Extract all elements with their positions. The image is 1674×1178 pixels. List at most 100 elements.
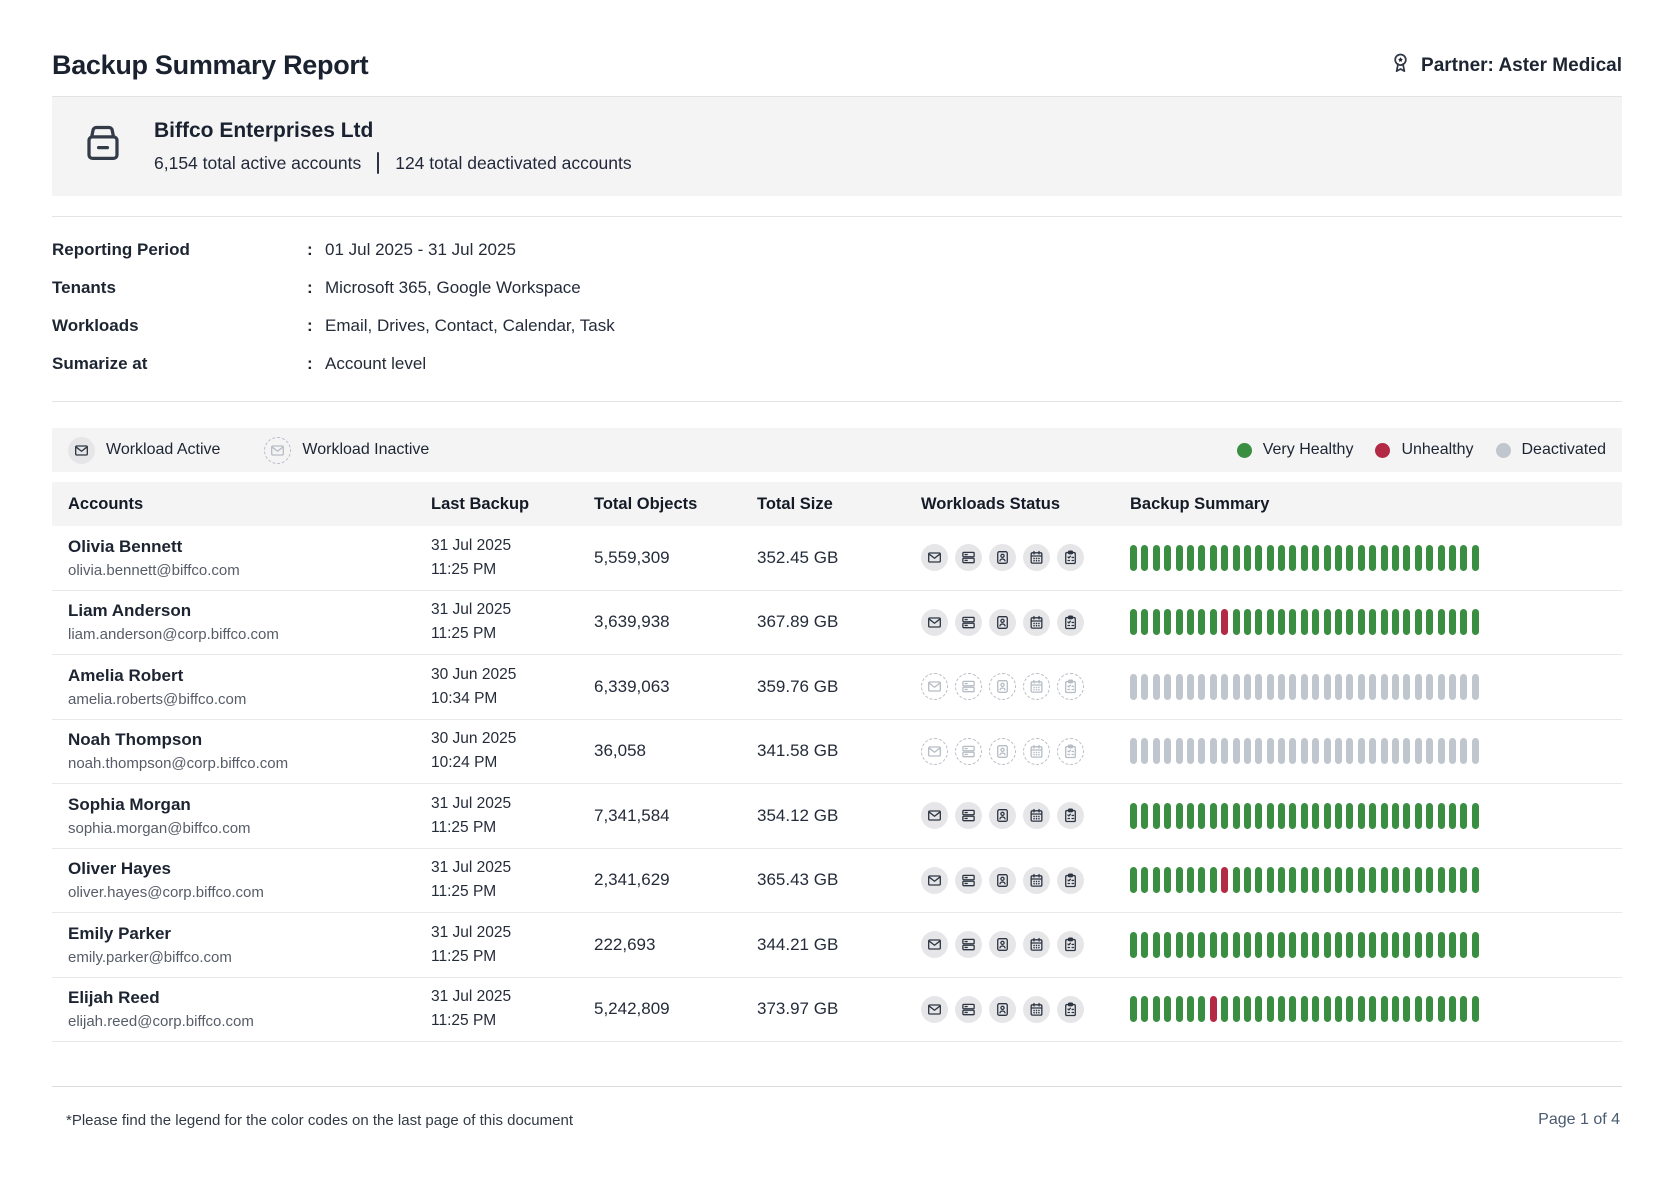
backup-day-bar [1153,932,1160,958]
backup-day-bar [1198,803,1205,829]
backup-day-bar [1255,738,1262,764]
account-email: olivia.bennett@biffco.com [68,562,431,579]
deactivated-dot-icon [1496,443,1511,458]
backup-summary-bars [1130,545,1622,571]
backup-day-bar [1403,867,1410,893]
backup-day-bar [1210,932,1217,958]
backup-day-bar [1392,932,1399,958]
meta-row-reporting-period: Reporting Period : 01 Jul 2025 - 31 Jul … [52,231,1622,269]
backup-day-bar [1358,932,1365,958]
backup-day-bar [1426,996,1433,1022]
backup-day-bar [1312,996,1319,1022]
backup-day-bar [1176,996,1183,1022]
backup-day-bar [1449,932,1456,958]
workloads-status-cell [921,673,1130,700]
backup-day-bar [1233,674,1240,700]
last-backup-cell: 31 Jul 2025 11:25 PM [431,985,594,1033]
backup-day-bar [1381,867,1388,893]
backup-day-bar [1346,803,1353,829]
backup-day-bar [1403,674,1410,700]
backup-day-bar [1472,867,1479,893]
email-icon [264,437,291,464]
table-row: Elijah Reed elijah.reed@corp.biffco.com … [52,978,1622,1043]
backup-day-bar [1472,545,1479,571]
last-backup-time: 11:25 PM [431,816,594,840]
legend-label: Workload Inactive [302,441,429,459]
backup-day-bar [1141,545,1148,571]
last-backup-cell: 31 Jul 2025 11:25 PM [431,921,594,969]
backup-day-bar [1392,803,1399,829]
contact-icon [989,867,1016,894]
company-archive-icon [80,121,126,172]
backup-day-bar [1153,803,1160,829]
backup-day-bar [1153,609,1160,635]
backup-day-bar [1233,932,1240,958]
backup-day-bar [1187,738,1194,764]
backup-day-bar [1289,996,1296,1022]
email-icon [921,931,948,958]
backup-day-bar [1267,738,1274,764]
backup-day-bar [1130,803,1137,829]
backup-day-bar [1301,996,1308,1022]
last-backup-date: 31 Jul 2025 [431,921,594,945]
backup-day-bar [1324,932,1331,958]
company-info: Biffco Enterprises Ltd 6,154 total activ… [154,119,632,174]
backup-day-bar [1415,996,1422,1022]
section-divider [52,401,1622,402]
backup-day-bar [1255,674,1262,700]
backup-day-bar [1369,867,1376,893]
column-header-accounts: Accounts [68,495,431,514]
backup-day-bar [1460,609,1467,635]
backup-day-bar [1278,609,1285,635]
backup-day-bar [1335,803,1342,829]
backup-day-bar [1267,996,1274,1022]
legend-workload-active: Workload Active [68,437,220,464]
backup-day-bar [1198,609,1205,635]
account-cell: Amelia Robert amelia.roberts@biffco.com [68,666,431,708]
column-header-total-size: Total Size [757,495,921,514]
meta-colon: : [307,240,325,260]
backup-summary-bars [1130,674,1622,700]
legend-workload-inactive: Workload Inactive [264,437,429,464]
backup-day-bar [1198,674,1205,700]
table-header: Accounts Last Backup Total Objects Total… [52,482,1622,526]
backup-day-bar [1426,674,1433,700]
workloads-status-cell [921,802,1130,829]
backup-day-bar [1289,932,1296,958]
total-size-value: 373.97 GB [757,999,921,1019]
report-header: Backup Summary Report Partner: Aster Med… [52,50,1622,81]
backup-day-bar [1460,803,1467,829]
backup-day-bar [1312,803,1319,829]
backup-day-bar [1415,867,1422,893]
backup-day-bar [1381,996,1388,1022]
contact-icon [989,802,1016,829]
backup-day-bar [1164,996,1171,1022]
backup-day-bar [1415,738,1422,764]
contact-icon [989,931,1016,958]
backup-day-bar [1164,867,1171,893]
backup-day-bar [1289,738,1296,764]
task-icon [1057,802,1084,829]
backup-day-bar [1438,738,1445,764]
backup-day-bar [1449,609,1456,635]
backup-day-bar [1324,609,1331,635]
backup-day-bar [1153,674,1160,700]
page-indicator: Page 1 of 4 [1538,1111,1620,1129]
backup-day-bar [1358,867,1365,893]
report-meta: Reporting Period : 01 Jul 2025 - 31 Jul … [52,231,1622,383]
legend-statuses: Very Healthy Unhealthy Deactivated [1237,441,1606,459]
backup-day-bar [1415,674,1422,700]
backup-day-bar [1141,674,1148,700]
backup-day-bar [1210,867,1217,893]
backup-day-bar [1301,867,1308,893]
meta-value: 01 Jul 2025 - 31 Jul 2025 [325,240,1622,260]
drives-icon [955,996,982,1023]
partner-badge-icon [1389,51,1412,80]
legend-unhealthy: Unhealthy [1375,441,1473,459]
email-icon [921,802,948,829]
backup-day-bar [1278,867,1285,893]
account-cell: Sophia Morgan sophia.morgan@biffco.com [68,795,431,837]
last-backup-date: 30 Jun 2025 [431,727,594,751]
table-row: Oliver Hayes oliver.hayes@corp.biffco.co… [52,849,1622,914]
backup-day-bar [1255,932,1262,958]
